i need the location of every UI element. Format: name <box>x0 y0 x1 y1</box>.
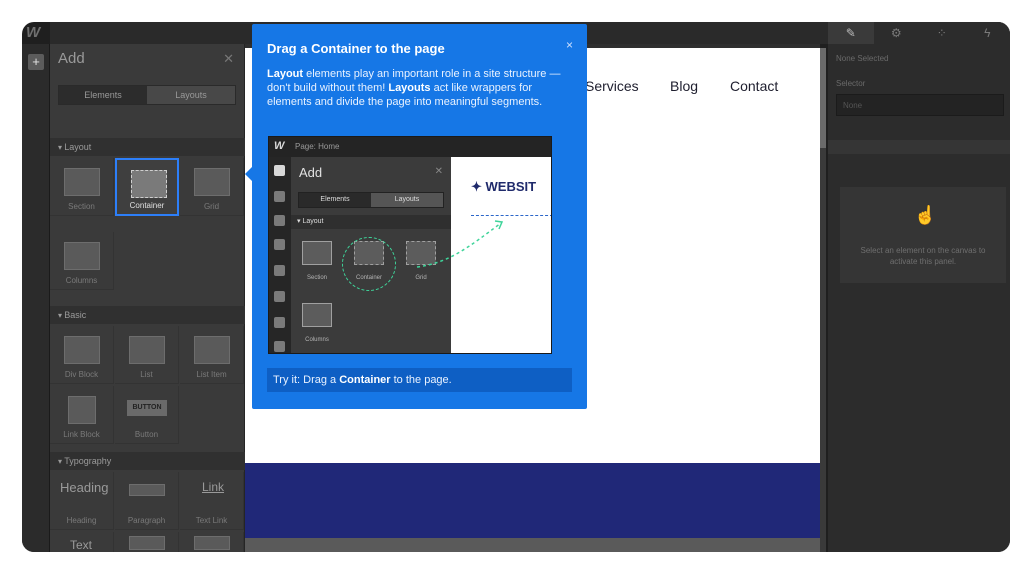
columns-icon <box>64 242 100 270</box>
basic-item-link-block[interactable]: Link Block <box>50 386 114 444</box>
try-it-text: Try it: Drag a <box>273 374 340 386</box>
text-icon: Text <box>70 538 93 552</box>
drag-arrow-icon <box>416 220 504 268</box>
left-rail: + <box>22 44 50 552</box>
tutorial-popup: Drag a Container to the page × Layout el… <box>245 24 587 409</box>
section-header-typography[interactable]: Typography <box>50 452 245 470</box>
rich-text-icon <box>194 536 230 550</box>
list-item-icon <box>194 336 230 364</box>
typography-item-text-link[interactable]: Link Text Link <box>180 472 244 530</box>
list-icon <box>129 336 165 364</box>
layout-item-grid[interactable]: Grid <box>180 158 244 216</box>
section-icon <box>64 168 100 196</box>
container-icon <box>131 170 167 198</box>
basic-item-div-block[interactable]: Div Block <box>50 326 114 384</box>
nav-link-blog[interactable]: Blog <box>670 78 698 94</box>
grid-icon <box>194 168 230 196</box>
quote-icon <box>129 536 165 550</box>
close-icon[interactable]: ✕ <box>223 51 234 67</box>
style-panel-tabs: ✎ ⚙ ⁘ ϟ <box>828 22 1010 44</box>
layout-item-columns[interactable]: Columns <box>50 232 114 290</box>
try-it-emphasis: Container <box>339 374 391 386</box>
nav-link-services[interactable]: Services <box>585 78 639 94</box>
empty-state-message: Select an element on the canvas to activ… <box>860 246 986 266</box>
popup-title: Drag a Container to the page <box>267 41 445 56</box>
popup-body: Layout elements play an important role i… <box>267 67 567 109</box>
typography-item-text[interactable]: Text <box>50 532 114 552</box>
layout-item-section[interactable]: Section <box>50 158 114 216</box>
scrollbar-thumb[interactable] <box>820 48 826 148</box>
body-emphasis-layout: Layout <box>267 68 304 80</box>
basic-item-list-item[interactable]: List Item <box>180 326 244 384</box>
body-emphasis-layouts: Layouts <box>388 82 431 94</box>
canvas-footer-strip <box>245 538 825 552</box>
paragraph-icon <box>129 484 165 496</box>
try-it-bar: Try it: Drag a Container to the page. <box>267 368 572 392</box>
gear-icon[interactable]: ⚙ <box>874 22 920 44</box>
close-icon[interactable]: × <box>566 38 573 52</box>
canvas-scrollbar[interactable] <box>820 48 826 552</box>
typography-item-heading[interactable]: Heading Heading <box>50 472 114 530</box>
panel-divider <box>828 140 1010 154</box>
try-it-text-end: to the page. <box>390 374 452 386</box>
section-header-layout[interactable]: Layout <box>50 138 245 156</box>
none-selected-label: None Selected <box>836 54 889 63</box>
add-panel-title: Add <box>58 50 85 67</box>
add-tabs: Elements Layouts <box>58 85 236 105</box>
div-block-icon <box>64 336 100 364</box>
style-panel: ✎ ⚙ ⁘ ϟ None Selected Selector None ☝ Se… <box>828 22 1010 552</box>
heading-icon: Heading <box>60 480 109 495</box>
basic-item-list[interactable]: List <box>115 326 179 384</box>
typography-item-paragraph[interactable]: Paragraph <box>115 472 179 530</box>
section-header-basic[interactable]: Basic <box>50 306 245 324</box>
link-block-icon <box>68 396 96 424</box>
basic-item-button[interactable]: BUTTON Button <box>115 386 179 444</box>
typography-item-rich-text[interactable] <box>180 532 244 552</box>
text-link-icon: Link <box>202 480 225 494</box>
add-panel: Add ✕ Elements Layouts Layout Section Co… <box>50 44 245 552</box>
add-panel-icon[interactable]: + <box>28 54 44 70</box>
brush-icon[interactable]: ✎ <box>828 22 874 44</box>
nav-link-contact[interactable]: Contact <box>730 78 778 94</box>
lightning-icon[interactable]: ϟ <box>965 22 1011 44</box>
selector-label: Selector <box>836 79 866 88</box>
empty-state-card: ☝ Select an element on the canvas to act… <box>840 187 1006 283</box>
pointer-hand-icon: ☝ <box>914 205 937 225</box>
layout-item-container[interactable]: Container <box>115 158 179 216</box>
interactions-icon[interactable]: ⁘ <box>919 22 965 44</box>
webflow-logo: W <box>26 24 41 41</box>
tutorial-illustration: W Page: Home Add ✕ Elements Layouts ▾ La… <box>268 136 552 354</box>
popup-pointer <box>245 167 252 181</box>
selector-field[interactable]: None <box>836 94 1004 116</box>
button-chip: BUTTON <box>127 400 167 416</box>
tab-elements[interactable]: Elements <box>59 86 147 104</box>
tab-layouts[interactable]: Layouts <box>147 86 235 104</box>
typography-item-quote[interactable] <box>115 532 179 552</box>
